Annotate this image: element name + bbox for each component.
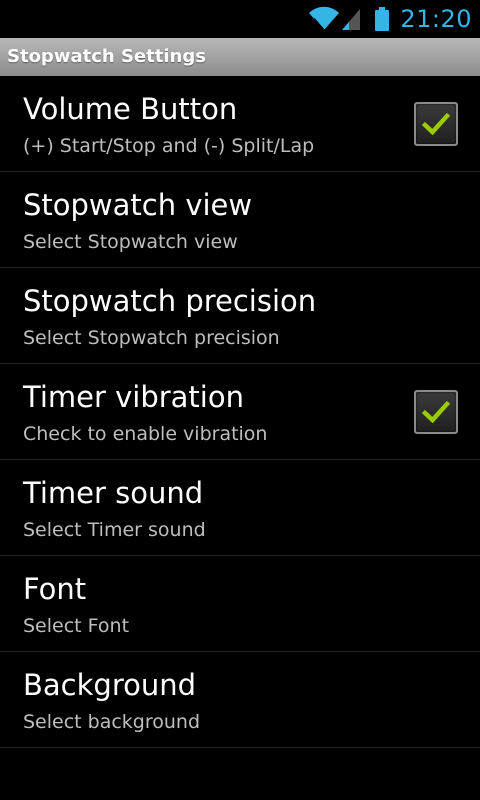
setting-summary: Select Timer sound xyxy=(23,519,206,541)
setting-summary: Select background xyxy=(23,711,201,733)
setting-summary: (+) Start/Stop and (-) Split/Lap xyxy=(23,135,315,157)
setting-summary: Check to enable vibration xyxy=(23,423,268,445)
setting-title: Stopwatch view xyxy=(23,188,253,222)
page-title: Stopwatch Settings xyxy=(7,46,206,67)
setting-summary: Select Stopwatch precision xyxy=(23,327,280,349)
setting-timer-sound[interactable]: Timer sound Select Timer sound xyxy=(0,460,480,556)
setting-background[interactable]: Background Select background xyxy=(0,652,480,748)
check-icon xyxy=(422,112,450,136)
setting-summary: Select Stopwatch view xyxy=(23,231,238,253)
wifi-icon xyxy=(309,6,340,31)
setting-font[interactable]: Font Select Font xyxy=(0,556,480,652)
setting-volume-button[interactable]: Volume Button (+) Start/Stop and (-) Spl… xyxy=(0,76,480,172)
setting-title: Volume Button xyxy=(23,92,238,126)
setting-title: Stopwatch precision xyxy=(23,284,317,318)
setting-timer-vibration[interactable]: Timer vibration Check to enable vibratio… xyxy=(0,364,480,460)
battery-icon xyxy=(375,7,390,31)
volume-button-checkbox[interactable] xyxy=(414,102,458,146)
title-bar: Stopwatch Settings xyxy=(0,38,480,76)
status-bar: 21:20 xyxy=(0,0,480,38)
setting-stopwatch-view[interactable]: Stopwatch view Select Stopwatch view xyxy=(0,172,480,268)
setting-title: Timer vibration xyxy=(23,380,244,414)
status-clock: 21:20 xyxy=(400,5,472,33)
setting-summary: Select Font xyxy=(23,615,130,637)
settings-list: Volume Button (+) Start/Stop and (-) Spl… xyxy=(0,76,480,748)
timer-vibration-checkbox[interactable] xyxy=(414,390,458,434)
setting-title: Timer sound xyxy=(23,476,204,510)
status-icons: 21:20 xyxy=(308,4,472,34)
check-icon xyxy=(422,400,450,424)
setting-title: Background xyxy=(23,668,197,702)
setting-title: Font xyxy=(23,572,87,606)
setting-stopwatch-precision[interactable]: Stopwatch precision Select Stopwatch pre… xyxy=(0,268,480,364)
signal-icon xyxy=(342,9,361,30)
